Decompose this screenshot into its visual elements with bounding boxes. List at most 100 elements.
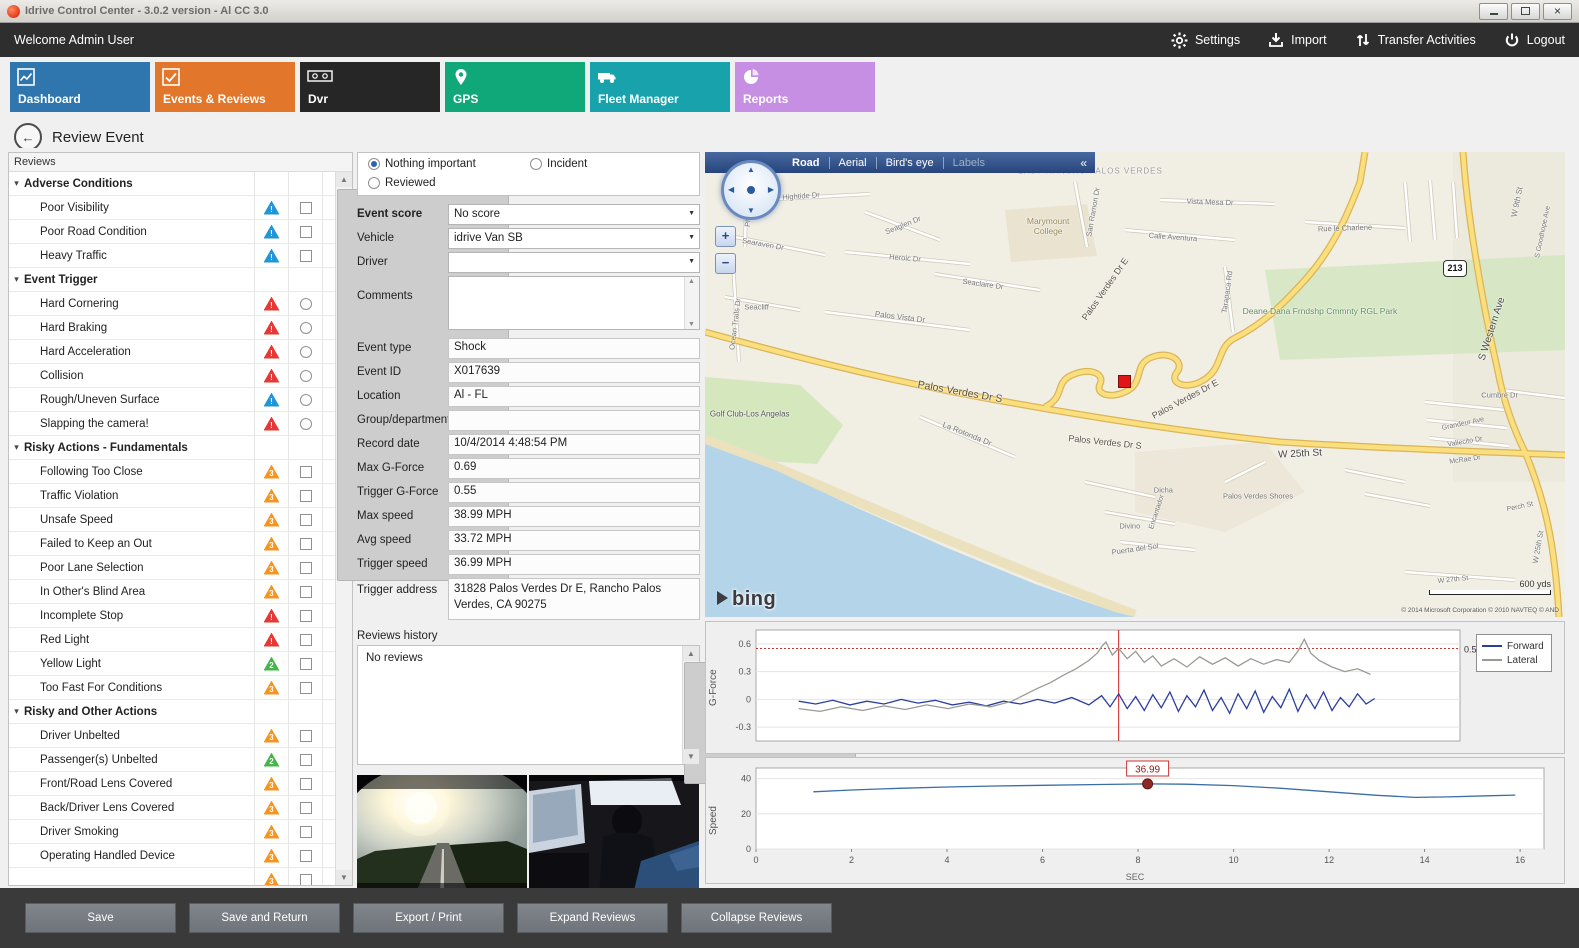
review-item-row[interactable]: Unsafe Speed3: [9, 508, 336, 532]
review-checkbox[interactable]: [300, 826, 312, 838]
review-checkbox[interactable]: [300, 874, 312, 886]
radio-incident[interactable]: Incident: [530, 158, 587, 170]
nav-tile-dashboard[interactable]: Dashboard: [10, 62, 150, 112]
map-container[interactable]: EAST RANCHO PALOS VERDESMarymount Colleg…: [705, 152, 1565, 617]
review-checkbox[interactable]: [300, 730, 312, 742]
review-item-row[interactable]: Rough/Uneven Surface!: [9, 388, 336, 412]
radio-reviewed[interactable]: Reviewed: [368, 177, 436, 189]
review-radio[interactable]: [300, 322, 312, 334]
import-button[interactable]: Import: [1268, 32, 1326, 48]
collapse-arrow-icon[interactable]: ▾: [9, 274, 24, 285]
pan-up-icon[interactable]: ▲: [747, 165, 755, 174]
review-item-row[interactable]: Failed to Keep an Out3: [9, 532, 336, 556]
map-collapse-button[interactable]: «: [1072, 156, 1095, 170]
review-checkbox[interactable]: [300, 778, 312, 790]
review-item-row[interactable]: Red Light!: [9, 628, 336, 652]
review-checkbox[interactable]: [300, 634, 312, 646]
map-tab-aerial[interactable]: Aerial: [830, 157, 876, 169]
front-camera-thumbnail[interactable]: [357, 775, 527, 895]
nav-tile-dvr[interactable]: Dvr: [300, 62, 440, 112]
map-tab-road[interactable]: Road: [783, 157, 829, 169]
driver-select[interactable]: ▼: [448, 252, 700, 273]
review-group-row[interactable]: ▾Risky Actions - Fundamentals: [9, 436, 336, 460]
review-radio[interactable]: [300, 370, 312, 382]
reviews-history-scrollbar[interactable]: ▲ ▼: [682, 646, 699, 764]
review-item-row[interactable]: Heavy Traffic!: [9, 244, 336, 268]
logout-button[interactable]: Logout: [1504, 32, 1565, 48]
review-item-row[interactable]: Yellow Light2: [9, 652, 336, 676]
scroll-up-icon[interactable]: ▲: [336, 172, 352, 187]
reviews-scrollbar[interactable]: ▲ ▼: [335, 172, 352, 885]
review-item-row[interactable]: Incomplete Stop!: [9, 604, 336, 628]
review-item-row[interactable]: Poor Visibility!: [9, 196, 336, 220]
review-group-row[interactable]: ▾Adverse Conditions: [9, 172, 336, 196]
review-checkbox[interactable]: [300, 250, 312, 262]
review-checkbox[interactable]: [300, 658, 312, 670]
map-compass-control[interactable]: ▲ ▼ ◀ ▶: [721, 160, 781, 220]
review-checkbox[interactable]: [300, 466, 312, 478]
collapse-arrow-icon[interactable]: ▾: [9, 706, 24, 717]
review-item-row[interactable]: Slapping the camera!!: [9, 412, 336, 436]
save-button[interactable]: Save: [25, 903, 176, 933]
radio-icon[interactable]: [368, 177, 380, 189]
scroll-down-icon[interactable]: ▼: [336, 870, 352, 885]
scroll-up-icon[interactable]: ▲: [683, 646, 699, 661]
review-group-row[interactable]: ▾Event Trigger: [9, 268, 336, 292]
review-item-row[interactable]: Collision!: [9, 364, 336, 388]
export-print-button[interactable]: Export / Print: [353, 903, 504, 933]
nav-tile-gps[interactable]: GPS: [445, 62, 585, 112]
vehicle-select[interactable]: idrive Van SB▼: [448, 228, 700, 249]
review-radio[interactable]: [300, 394, 312, 406]
review-radio[interactable]: [300, 346, 312, 358]
zoom-out-button[interactable]: −: [715, 253, 736, 274]
pan-left-icon[interactable]: ◀: [728, 185, 734, 194]
back-button[interactable]: ←: [14, 123, 42, 151]
pan-down-icon[interactable]: ▼: [747, 206, 755, 215]
pan-right-icon[interactable]: ▶: [768, 185, 774, 194]
review-item-row[interactable]: Passenger(s) Unbelted2: [9, 748, 336, 772]
review-item-row[interactable]: Too Fast For Conditions3: [9, 676, 336, 700]
review-item-row[interactable]: 3: [9, 868, 336, 885]
review-checkbox[interactable]: [300, 226, 312, 238]
comments-textarea[interactable]: [448, 276, 700, 330]
close-button[interactable]: ×: [1543, 3, 1572, 20]
map-tab-birds-eye[interactable]: Bird's eye: [877, 157, 943, 169]
scroll-down-icon[interactable]: ▼: [683, 749, 699, 764]
settings-button[interactable]: Settings: [1171, 32, 1240, 49]
review-item-row[interactable]: Driver Smoking3: [9, 820, 336, 844]
zoom-in-button[interactable]: +: [715, 226, 736, 247]
transfer-activities-button[interactable]: Transfer Activities: [1355, 32, 1476, 48]
event-score-select[interactable]: No score▼: [448, 204, 700, 225]
review-item-row[interactable]: Hard Braking!: [9, 316, 336, 340]
review-checkbox[interactable]: [300, 202, 312, 214]
review-radio[interactable]: [300, 418, 312, 430]
nav-tile-fleet-manager[interactable]: Fleet Manager: [590, 62, 730, 112]
review-item-row[interactable]: Poor Road Condition!: [9, 220, 336, 244]
radio-icon[interactable]: [368, 158, 380, 170]
review-checkbox[interactable]: [300, 850, 312, 862]
review-checkbox[interactable]: [300, 754, 312, 766]
review-item-row[interactable]: In Other's Blind Area3: [9, 580, 336, 604]
expand-reviews-button[interactable]: Expand Reviews: [517, 903, 668, 933]
collapse-arrow-icon[interactable]: ▾: [9, 442, 24, 453]
collapse-reviews-button[interactable]: Collapse Reviews: [681, 903, 832, 933]
radio-icon[interactable]: [530, 158, 542, 170]
comments-scrollbar[interactable]: [684, 277, 699, 329]
minimize-button[interactable]: [1479, 3, 1508, 20]
reviews-history-list[interactable]: No reviews ▲ ▼: [357, 645, 700, 765]
collapse-arrow-icon[interactable]: ▾: [9, 178, 24, 189]
review-item-row[interactable]: Following Too Close3: [9, 460, 336, 484]
review-item-row[interactable]: Back/Driver Lens Covered3: [9, 796, 336, 820]
review-item-row[interactable]: Operating Handled Device3: [9, 844, 336, 868]
review-item-row[interactable]: Hard Cornering!: [9, 292, 336, 316]
review-group-row[interactable]: ▾Risky and Other Actions: [9, 700, 336, 724]
event-location-marker[interactable]: [1118, 375, 1131, 388]
review-checkbox[interactable]: [300, 610, 312, 622]
review-item-row[interactable]: Poor Lane Selection3: [9, 556, 336, 580]
cabin-camera-thumbnail[interactable]: [529, 775, 699, 895]
review-item-row[interactable]: Hard Acceleration!: [9, 340, 336, 364]
review-checkbox[interactable]: [300, 802, 312, 814]
radio-nothing-important[interactable]: Nothing important: [368, 158, 476, 170]
review-checkbox[interactable]: [300, 562, 312, 574]
save-and-return-button[interactable]: Save and Return: [189, 903, 340, 933]
